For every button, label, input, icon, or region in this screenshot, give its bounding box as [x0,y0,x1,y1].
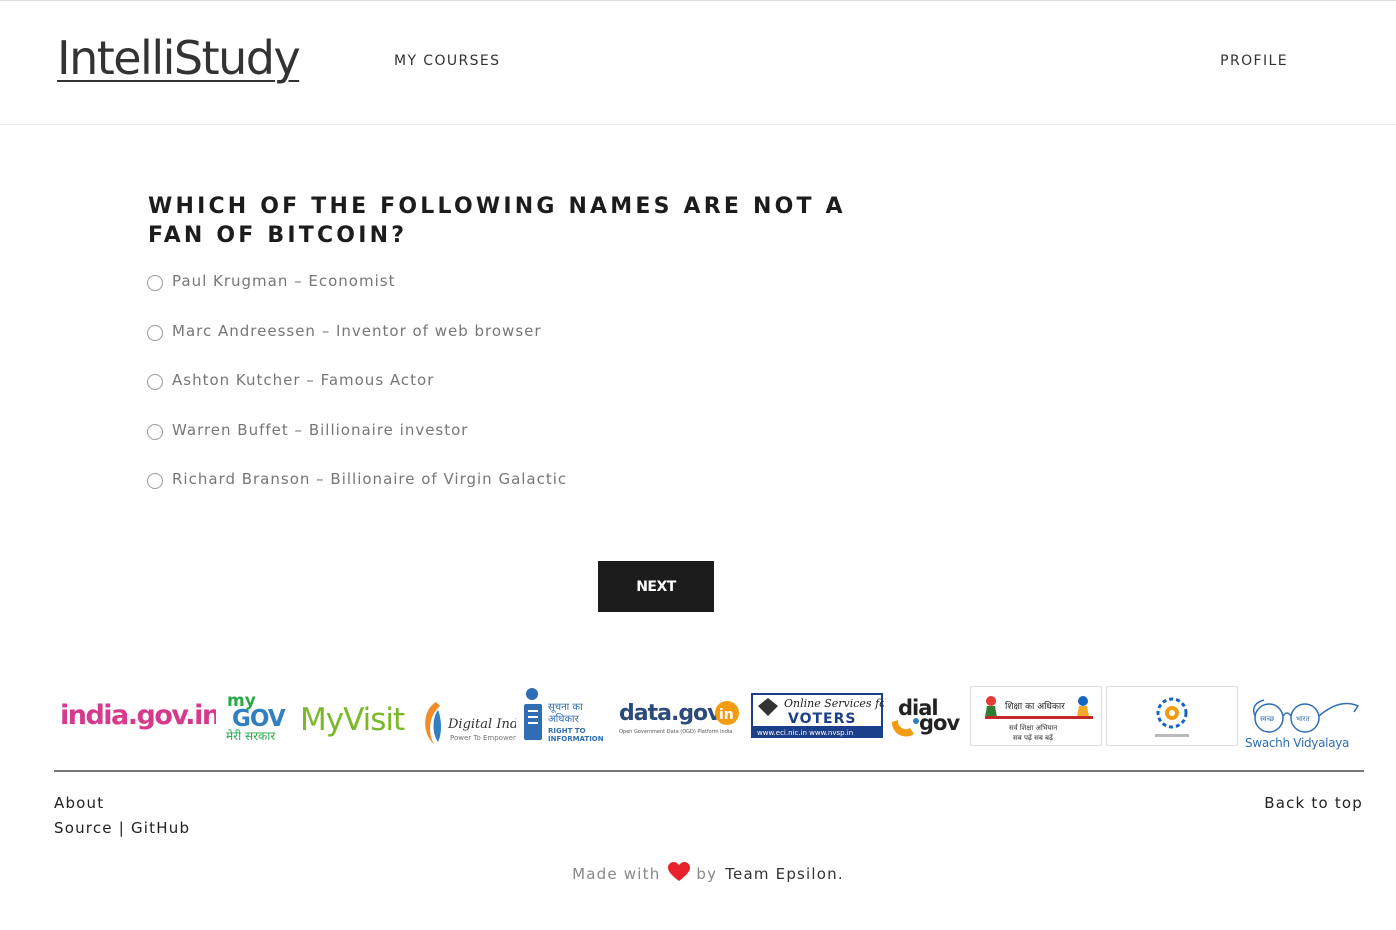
next-button[interactable]: NEXT [598,561,714,612]
swachh-vidyalaya-mark: स्वच्छ भारत Swachh Vidyalaya [1245,699,1360,750]
rti-hindi-1: सूचना का [548,702,583,713]
team-name: Team Epsilon. [725,865,844,883]
rti-line-3 [528,722,538,724]
rti-en-2: INFORMATION [548,735,604,743]
swachh-hindi-1: स्वच्छ [1260,715,1275,723]
shiksha-logo[interactable]: शिक्षा का अधिकार सर्व शिक्षा अभियान सब प… [970,686,1102,746]
answer-option[interactable]: Ashton Kutcher – Famous Actor [147,367,434,393]
footer-separator: | [118,819,125,837]
radio-button[interactable] [147,473,163,489]
rti-logo-mark: सूचना का अधिकार RIGHT TO INFORMATION [524,688,604,743]
sun-emblem-icon [1156,697,1188,729]
india-gov-logo[interactable]: india.gov.in [56,684,216,754]
glasses-bridge [1282,712,1292,717]
child-figure-2-body [1077,706,1089,717]
datagov-logo-mark: data.gov in Open Government Data (OGD) P… [619,701,739,735]
mygov-hindi-text: मेरी सरकार [226,729,276,743]
swachh-label: Swachh Vidyalaya [1245,736,1349,750]
footer-github-link[interactable]: GitHub [131,819,190,837]
radio-button[interactable] [147,374,163,390]
emblem-center [1169,710,1175,716]
rti-line-1 [528,710,538,712]
radio-button[interactable] [147,275,163,291]
heart-shape [668,862,691,881]
answer-option[interactable]: Richard Branson – Billionaire of Virgin … [147,466,567,492]
swachh-vidyalaya-logo[interactable]: स्वच्छ भारत Swachh Vidyalaya [1242,684,1366,754]
site-header: IntelliStudy MY COURSES PROFILE [0,1,1396,125]
myvisit-text: MyVisit [300,702,405,738]
digital-india-logo[interactable]: Digital India Power To Empower [418,684,516,754]
partner-logos: india.gov.in my GOV मेरी सरकार MyVisit D… [56,684,1366,754]
india-gov-text: india.gov.in [60,700,216,731]
answer-option[interactable]: Paul Krugman – Economist [147,268,395,294]
dialgov-text-2: gov [919,711,960,735]
rti-line-2 [528,716,538,718]
shiksha-text-1: शिक्षा का अधिकार [1005,700,1065,712]
digital-india-text: Digital India [447,717,516,732]
shiksha-text-3: सब पढ़ें सब बढ़ें [1013,733,1054,742]
glasses-arm [1318,702,1360,717]
footer-source-row: Source | GitHub [54,819,190,837]
made-with-credit: Made with by Team Epsilon. [0,862,1396,886]
pencil-bar [985,716,1093,719]
education-emblem-mark [1155,697,1189,737]
myvisit-logo[interactable]: MyVisit [298,684,414,754]
swachh-hindi-2: भारत [1296,715,1311,723]
answer-option[interactable]: Warren Buffet – Billionaire investor [147,417,468,443]
footer-about-link[interactable]: About [54,794,104,812]
shiksha-logo-mark: शिक्षा का अधिकार सर्व शिक्षा अभियान सब प… [985,696,1093,742]
digital-india-tag: Power To Empower [450,734,516,742]
digital-india-swirl-inner-icon [433,710,441,742]
datagov-in-text: in [719,707,734,723]
brand-logo[interactable]: IntelliStudy [57,31,301,85]
voters-main-text: VOTERS [788,711,856,727]
answer-option[interactable]: Marc Andreessen – Inventor of web browse… [147,318,542,344]
india-gov-logo-mark: india.gov.in [60,700,216,731]
option-label: Warren Buffet – Billionaire investor [172,421,469,439]
child-figure-2-icon [1078,696,1088,706]
rti-hindi-2: अधिकार [548,713,580,725]
mygov-logo[interactable]: my GOV मेरी सरकार [223,684,293,754]
heart-icon [668,862,691,886]
dialgov-logo-mark: dial gov [891,696,961,737]
dialgov-arc-icon [891,720,914,737]
digital-india-logo-mark: Digital India Power To Empower [425,702,516,744]
voters-top-text: Online Services for [784,697,884,710]
rti-logo[interactable]: सूचना का अधिकार RIGHT TO INFORMATION [520,684,606,754]
datagov-text: data.gov [619,701,722,726]
option-label: Ashton Kutcher – Famous Actor [172,371,435,389]
by-text: by [696,865,718,883]
radio-button[interactable] [147,325,163,341]
voters-url-text: www.eci.nic.in www.nvsp.in [757,729,853,737]
option-label: Marc Andreessen – Inventor of web browse… [172,322,542,340]
nav-profile[interactable]: PROFILE [1220,53,1288,69]
child-figure-body [985,706,997,717]
shiksha-text-2: सर्व शिक्षा अभियान [1009,723,1057,732]
option-label: Richard Branson – Billionaire of Virgin … [172,470,568,488]
child-figure-icon [986,696,996,706]
voters-logo[interactable]: Online Services for VOTERS www.eci.nic.i… [750,684,884,754]
mygov-logo-mark: my GOV मेरी सरकार [226,691,287,743]
voters-logo-mark: Online Services for VOTERS www.eci.nic.i… [751,693,884,738]
datagov-tag: Open Government Data (OGD) Platform Indi… [619,729,732,735]
option-label: Paul Krugman – Economist [172,272,396,290]
made-with-text: Made with [572,865,661,883]
dialgov-logo[interactable]: dial gov [888,684,964,754]
footer-divider [54,770,1364,772]
emblem-caption-line [1155,734,1189,737]
back-to-top-link[interactable]: Back to top [1264,794,1363,812]
nav-my-courses[interactable]: MY COURSES [394,53,500,69]
education-emblem-logo[interactable] [1106,686,1238,746]
radio-button[interactable] [147,424,163,440]
myvisit-logo-mark: MyVisit [300,702,406,738]
footer-source-link[interactable]: Source [54,819,113,837]
question-text: WHICH OF THE FOLLOWING NAMES ARE NOT A F… [148,194,846,248]
datagov-logo[interactable]: data.gov in Open Government Data (OGD) P… [614,684,744,754]
rti-person-icon [526,688,538,700]
rti-en-1: RIGHT TO [548,727,586,735]
